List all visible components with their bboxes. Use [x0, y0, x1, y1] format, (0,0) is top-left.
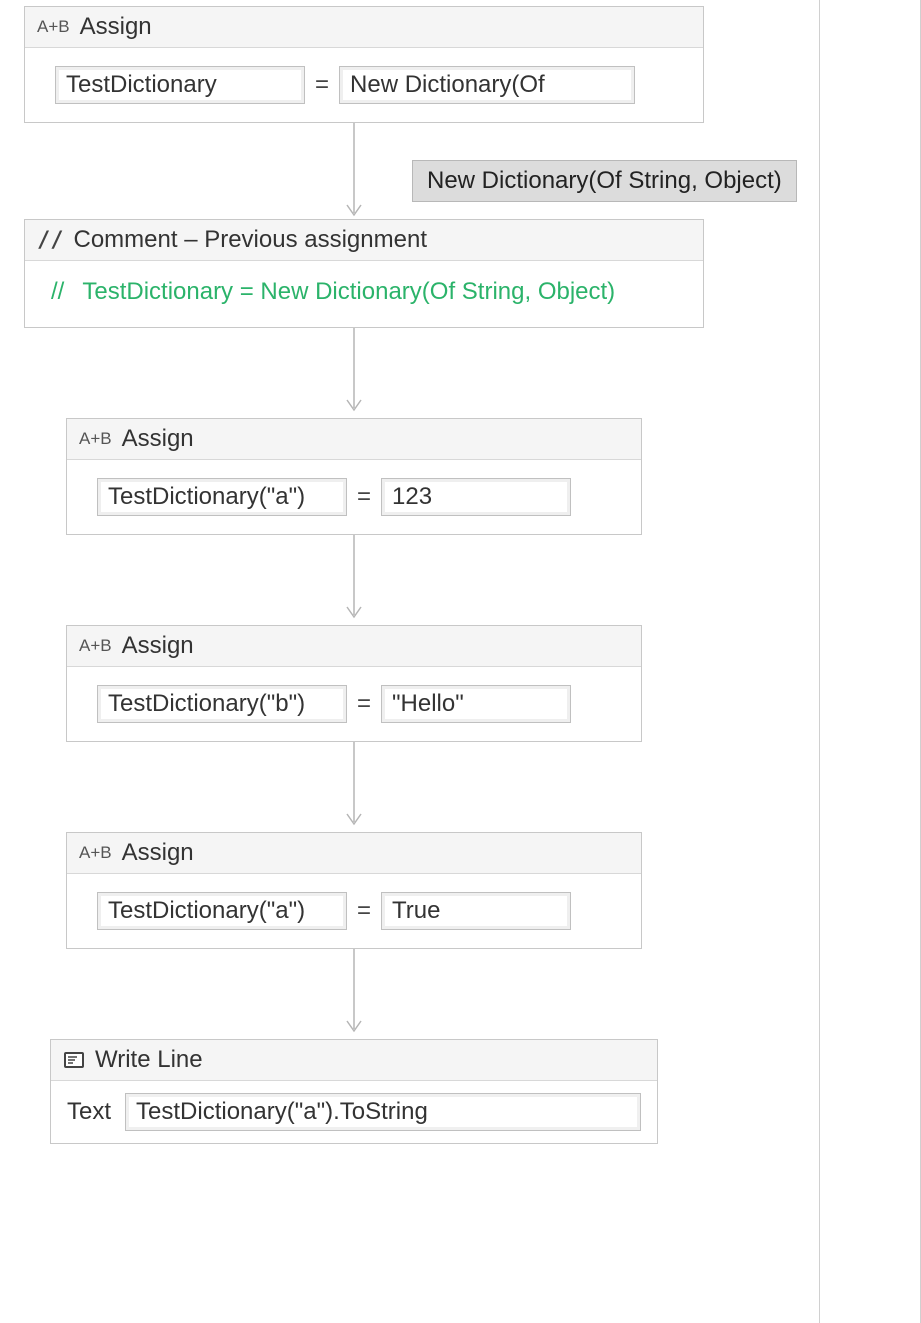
activity-title: Assign	[122, 632, 194, 660]
assign-activity-1[interactable]: A+B Assign TestDictionary = New Dictiona…	[24, 6, 704, 123]
assign-icon: A+B	[79, 843, 112, 863]
workflow-canvas[interactable]: A+B Assign TestDictionary = New Dictiona…	[0, 0, 921, 1323]
assign-activity-3[interactable]: A+B Assign TestDictionary("b") = "Hello"	[66, 625, 642, 742]
activity-header[interactable]: A+B Assign	[67, 626, 641, 667]
assign-activity-4[interactable]: A+B Assign TestDictionary("a") = True	[66, 832, 642, 949]
assign-to-input[interactable]: TestDictionary("a")	[97, 478, 347, 516]
activity-title: Assign	[122, 839, 194, 867]
flow-connector	[353, 535, 354, 625]
writeline-activity[interactable]: Write Line Text TestDictionary("a").ToSt…	[50, 1039, 658, 1144]
activity-header[interactable]: A+B Assign	[67, 833, 641, 874]
flow-connector	[353, 949, 354, 1039]
activity-title: Comment – Previous assignment	[74, 226, 427, 254]
equals-label: =	[357, 897, 371, 925]
activity-header[interactable]: // Comment – Previous assignment	[25, 220, 703, 261]
writeline-text-input[interactable]: TestDictionary("a").ToString	[125, 1093, 641, 1131]
flow-connector	[353, 328, 354, 418]
comment-body[interactable]: // TestDictionary = New Dictionary(Of St…	[25, 261, 703, 327]
sequence-border-right	[819, 0, 820, 1323]
activity-title: Assign	[122, 425, 194, 453]
assign-icon: A+B	[37, 17, 70, 37]
assign-value-input[interactable]: 123	[381, 478, 571, 516]
comment-text: TestDictionary = New Dictionary(Of Strin…	[82, 275, 615, 309]
activity-title: Assign	[80, 13, 152, 41]
comment-icon: //	[37, 228, 64, 253]
expression-tooltip: New Dictionary(Of String, Object)	[412, 160, 797, 202]
comment-activity[interactable]: // Comment – Previous assignment // Test…	[24, 219, 704, 328]
assign-value-input[interactable]: "Hello"	[381, 685, 571, 723]
assign-activity-2[interactable]: A+B Assign TestDictionary("a") = 123	[66, 418, 642, 535]
writeline-icon	[63, 1050, 85, 1070]
flow-connector	[353, 123, 354, 223]
text-label: Text	[67, 1098, 111, 1126]
assign-to-input[interactable]: TestDictionary	[55, 66, 305, 104]
activity-title: Write Line	[95, 1046, 203, 1074]
equals-label: =	[357, 483, 371, 511]
activity-header[interactable]: A+B Assign	[25, 7, 703, 48]
assign-to-input[interactable]: TestDictionary("b")	[97, 685, 347, 723]
comment-slashes: //	[51, 275, 64, 309]
activity-header[interactable]: Write Line	[51, 1040, 657, 1081]
equals-label: =	[315, 71, 329, 99]
assign-value-input[interactable]: New Dictionary(Of	[339, 66, 635, 104]
flow-connector	[353, 742, 354, 832]
assign-value-input[interactable]: True	[381, 892, 571, 930]
assign-icon: A+B	[79, 636, 112, 656]
assign-to-input[interactable]: TestDictionary("a")	[97, 892, 347, 930]
assign-icon: A+B	[79, 429, 112, 449]
equals-label: =	[357, 690, 371, 718]
activity-header[interactable]: A+B Assign	[67, 419, 641, 460]
